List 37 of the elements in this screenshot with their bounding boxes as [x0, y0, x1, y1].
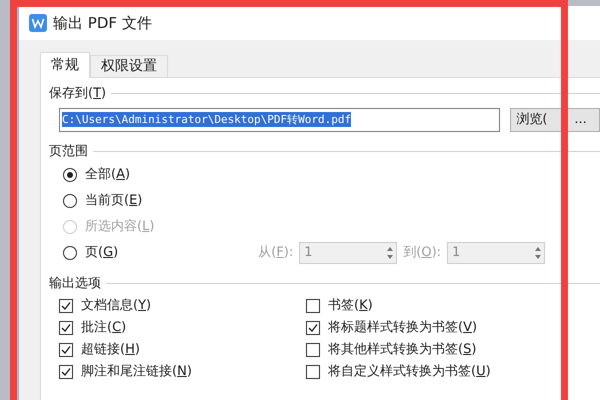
checkbox-label: 书签(K) [328, 297, 373, 316]
checkbox-label: 脚注和尾注链接(N) [81, 363, 192, 382]
checkbox[interactable] [59, 343, 73, 357]
checkbox-label: 批注(C) [81, 319, 126, 338]
section-label: 保存到(T) [49, 85, 106, 103]
checkbox[interactable] [306, 321, 320, 335]
checkbox-label: 文档信息(Y) [81, 297, 152, 316]
path-field[interactable]: C:\Users\Administrator\Desktop\PDF转Word.pdf [59, 108, 500, 132]
checkbox-label: 超链接(H) [81, 341, 140, 360]
checkbox[interactable] [59, 299, 73, 313]
app-logo-icon [29, 14, 47, 32]
spin-arrows-icon[interactable] [534, 246, 542, 260]
checkbox-label: 将其他样式转换为书签(S) [328, 341, 476, 360]
browse-button[interactable]: 浏览( ... [510, 108, 600, 132]
radio-button[interactable] [63, 194, 77, 208]
section-label: 页范围 [49, 142, 88, 160]
radio-label: 所选内容(L) [85, 218, 154, 236]
radio-label: 全部(A) [85, 166, 130, 184]
spin-label: 从(F): [258, 244, 294, 262]
window-title: 输出 PDF 文件 [53, 12, 152, 34]
spin-arrows-icon[interactable] [386, 246, 394, 260]
radio-label: 页(G) [85, 244, 118, 262]
tab[interactable]: 权限设置 [90, 55, 168, 77]
tab[interactable]: 常规 [40, 52, 90, 78]
checkbox-label: 将标题样式转换为书签(V) [328, 319, 478, 338]
radio-label: 当前页(E) [85, 192, 142, 210]
checkbox[interactable] [59, 365, 73, 379]
checkbox[interactable] [306, 365, 320, 379]
section-label: 输出选项 [49, 275, 101, 293]
checkbox[interactable] [306, 343, 320, 357]
checkbox[interactable] [306, 299, 320, 313]
checkbox[interactable] [59, 321, 73, 335]
radio-button[interactable] [63, 246, 77, 260]
spin-label: 到(O): [403, 244, 442, 262]
radio-button[interactable] [63, 168, 77, 182]
path-text: C:\Users\Administrator\Desktop\PDF转Word.pdf [62, 112, 352, 127]
checkbox-label: 将自定义样式转换为书签(U) [328, 363, 491, 382]
